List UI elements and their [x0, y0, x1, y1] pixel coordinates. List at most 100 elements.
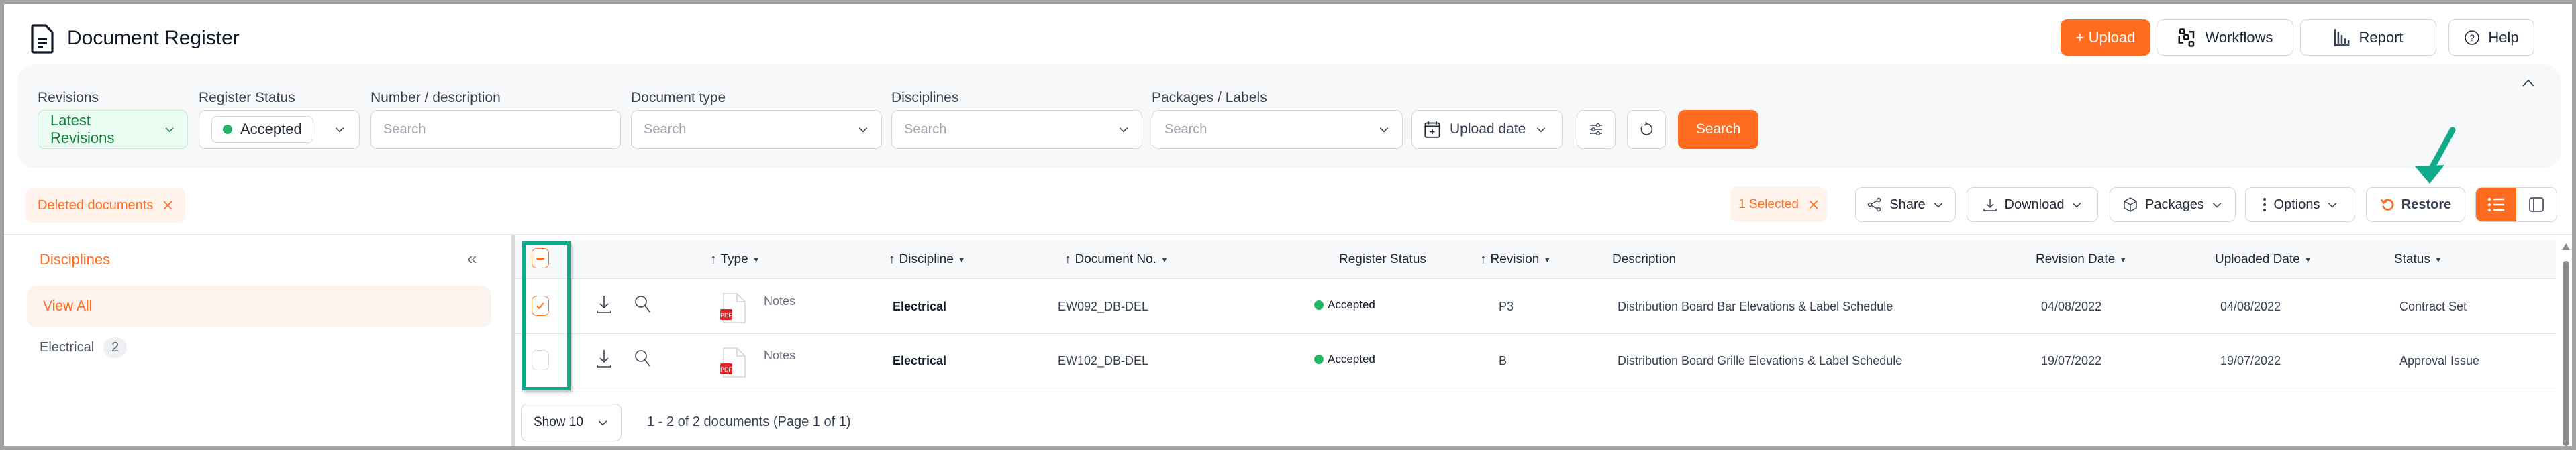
scrollbar-thumb[interactable] [2563, 261, 2569, 446]
column-revision-date[interactable]: Revision Date ▼ [2036, 252, 2127, 267]
restore-icon [2380, 199, 2394, 211]
disciplines-placeholder: Search [904, 121, 947, 137]
document-register-page: Document Register + Upload Workflows Rep… [4, 4, 2572, 446]
page-title: Document Register [67, 27, 240, 49]
package-icon [2124, 197, 2137, 212]
cell-document-no[interactable]: EW102_DB-DEL [1058, 354, 1148, 368]
cell-revision: B [1499, 354, 1507, 368]
scroll-up-icon[interactable] [2561, 243, 2571, 251]
search-button[interactable]: Search [1678, 110, 1758, 149]
download-icon[interactable] [596, 349, 612, 369]
upload-date-select[interactable]: Upload date [1411, 110, 1563, 149]
collapse-filters-icon[interactable] [2521, 78, 2536, 89]
register-status-text: Accepted [1328, 353, 1375, 365]
number-description-label: Number / description [370, 90, 501, 105]
annotation-highlight-box [522, 241, 571, 390]
cell-register-status: Accepted [1314, 298, 1375, 312]
list-icon [2487, 197, 2504, 212]
more-vertical-icon [2263, 198, 2266, 211]
download-icon[interactable] [596, 294, 612, 315]
pdf-file-icon: PDF [720, 293, 746, 323]
cell-uploaded-date: 19/07/2022 [2220, 354, 2281, 368]
column-discipline[interactable]: ↑ Discipline ▼ [889, 252, 966, 267]
refresh-icon [1640, 121, 1653, 135]
cell-revision-date: 19/07/2022 [2041, 354, 2102, 368]
packages-labels-select[interactable]: Search [1152, 110, 1403, 149]
caret-down-icon: ▼ [957, 255, 966, 264]
column-revision-date-label: Revision Date [2036, 252, 2116, 266]
disciplines-select[interactable]: Search [891, 110, 1142, 149]
number-description-input[interactable]: Search [370, 110, 621, 149]
help-icon: ? [2465, 30, 2480, 45]
upload-label: + Upload [2075, 29, 2136, 46]
page-size-select[interactable]: Show 10 [521, 404, 622, 441]
restore-button[interactable]: Restore [2366, 187, 2465, 222]
collapse-sidebar-icon[interactable]: « [467, 248, 477, 269]
restore-label: Restore [2401, 196, 2452, 212]
advanced-filters-button[interactable] [1577, 110, 1616, 149]
revisions-select[interactable]: Latest Revisions [38, 110, 188, 149]
cell-revision-date: 04/08/2022 [2041, 300, 2102, 313]
svg-text:PDF: PDF [720, 312, 733, 319]
upload-button[interactable]: + Upload [2061, 19, 2150, 56]
packages-labels-placeholder: Search [1165, 121, 1207, 137]
help-button[interactable]: ? Help [2448, 19, 2534, 56]
svg-text:?: ? [2469, 32, 2475, 43]
sidebar-item-label: View All [43, 298, 93, 314]
table-row[interactable]: PDF Notes Electrical EW102_DB-DEL Accept… [515, 334, 2556, 388]
document-type-select[interactable]: Search [631, 110, 882, 149]
download-button[interactable]: Download [1967, 187, 2098, 222]
options-button[interactable]: Options [2245, 187, 2355, 222]
register-status-select[interactable]: Accepted [199, 110, 360, 149]
sidebar-item-view-all[interactable]: View All [27, 286, 491, 327]
workflows-button[interactable]: Workflows [2157, 19, 2293, 56]
report-button[interactable]: Report [2300, 19, 2436, 56]
packages-labels-label: Packages / Labels [1152, 90, 1267, 105]
search-icon[interactable] [634, 349, 651, 368]
help-label: Help [2488, 29, 2519, 46]
status-dot-icon [1314, 300, 1324, 310]
column-status[interactable]: Status ▼ [2394, 252, 2442, 267]
column-type[interactable]: ↑ Type ▼ [710, 252, 760, 267]
register-status-value: Accepted [240, 121, 302, 137]
close-icon[interactable] [162, 200, 173, 211]
document-type-label: Document type [631, 90, 726, 105]
column-revision[interactable]: ↑ Revision ▼ [1480, 252, 1551, 267]
sidebar-item-electrical[interactable]: Electrical 2 [40, 337, 128, 358]
accepted-tag[interactable]: Accepted [211, 116, 313, 143]
cell-document-no[interactable]: EW092_DB-DEL [1058, 300, 1148, 314]
search-icon[interactable] [634, 294, 651, 313]
cell-type: Notes [764, 294, 796, 308]
document-type-placeholder: Search [644, 121, 687, 137]
register-status-text: Accepted [1328, 298, 1375, 311]
pdf-file-icon: PDF [720, 347, 746, 378]
packages-button[interactable]: Packages [2110, 187, 2236, 222]
list-view-button[interactable] [2476, 188, 2516, 221]
share-button[interactable]: Share [1855, 187, 1956, 222]
reset-filters-button[interactable] [1627, 110, 1666, 149]
column-register-status: Register Status [1339, 252, 1426, 267]
clear-selection-icon[interactable] [1808, 199, 1819, 210]
column-uploaded-date-label: Uploaded Date [2215, 252, 2300, 266]
deleted-documents-label: Deleted documents [38, 197, 154, 213]
bar-chart-icon [2334, 29, 2350, 46]
register-status-label: Register Status [199, 90, 295, 105]
view-toggle [2475, 187, 2557, 222]
column-document-no[interactable]: ↑ Document No. ▼ [1064, 252, 1169, 267]
count-badge: 2 [103, 337, 128, 358]
table-row[interactable]: PDF Notes Electrical EW092_DB-DEL Accept… [515, 280, 2556, 334]
split-view-button[interactable] [2516, 188, 2557, 221]
cell-revision: P3 [1499, 300, 1514, 313]
table-header: ↑ Type ▼ ↑ Discipline ▼ ↑ Document No. ▼ Regis… [515, 240, 2556, 279]
packages-label: Packages [2145, 196, 2204, 212]
page-size-value: Show 10 [534, 415, 583, 429]
chevron-down-icon [1934, 203, 1942, 208]
deleted-documents-filter-chip[interactable]: Deleted documents [26, 188, 186, 223]
selected-count-chip[interactable]: 1 Selected [1730, 187, 1827, 222]
svg-text:PDF: PDF [720, 366, 733, 373]
column-uploaded-date[interactable]: Uploaded Date ▼ [2215, 252, 2312, 267]
caret-down-icon: ▼ [1160, 255, 1169, 264]
cell-uploaded-date: 04/08/2022 [2220, 300, 2281, 313]
split-panel-icon [2529, 197, 2544, 212]
column-document-no-label: Document No. [1075, 252, 1156, 266]
